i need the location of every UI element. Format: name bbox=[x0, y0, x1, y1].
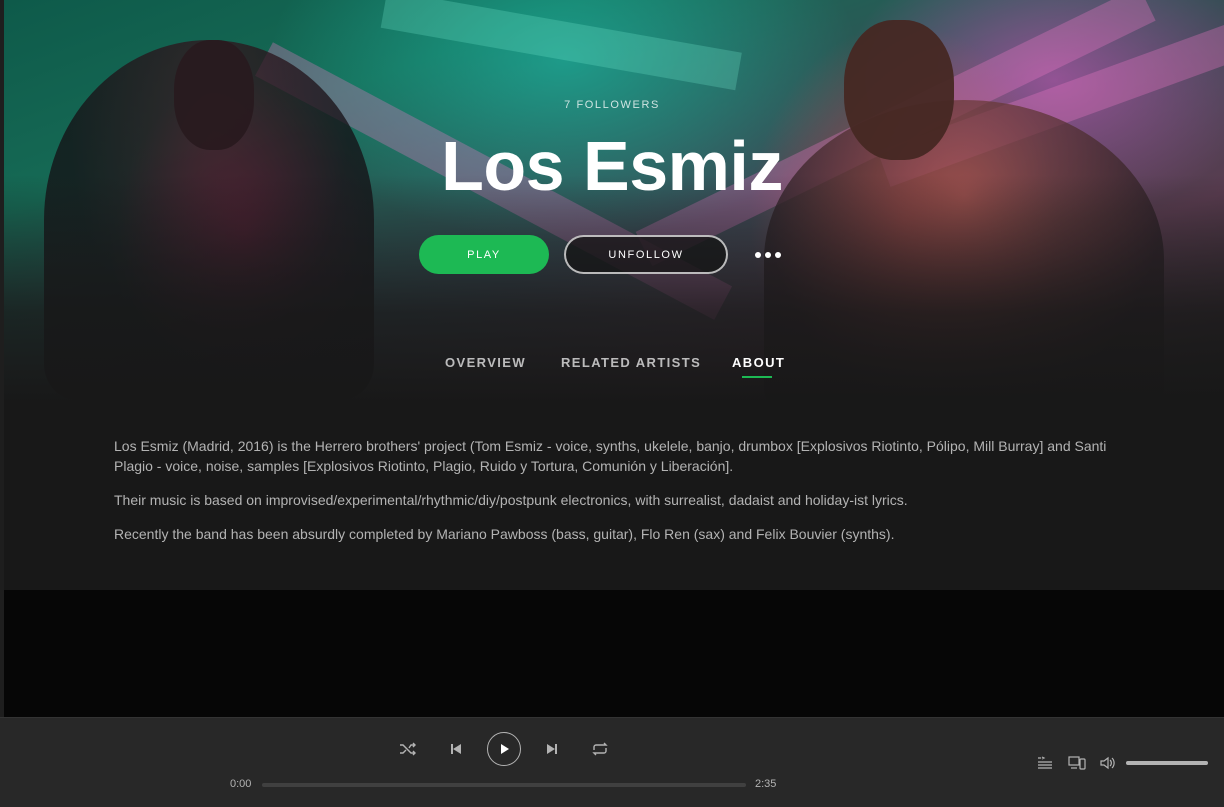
more-dots-icon[interactable] bbox=[752, 245, 784, 265]
shuffle-icon[interactable] bbox=[398, 740, 418, 758]
now-playing-bar: 0:00 2:35 bbox=[0, 717, 1224, 807]
previous-icon[interactable] bbox=[447, 740, 465, 758]
play-icon[interactable] bbox=[487, 732, 521, 766]
artist-tabs: OVERVIEW RELATED ARTISTS ABOUT bbox=[0, 355, 1224, 385]
next-icon[interactable] bbox=[543, 740, 561, 758]
about-paragraph: Their music is based on improvised/exper… bbox=[114, 492, 908, 508]
track-duration: 2:35 bbox=[755, 778, 777, 790]
volume-icon[interactable] bbox=[1098, 754, 1118, 772]
progress-bar[interactable] bbox=[262, 783, 746, 787]
devices-icon[interactable] bbox=[1067, 754, 1087, 772]
follower-count: 7 FOLLOWERS bbox=[564, 99, 660, 111]
active-tab-indicator bbox=[742, 376, 772, 378]
tab-about[interactable]: ABOUT bbox=[732, 355, 785, 370]
tab-related-artists[interactable]: RELATED ARTISTS bbox=[561, 355, 701, 370]
play-button[interactable]: PLAY bbox=[419, 235, 549, 274]
volume-fill bbox=[1126, 761, 1208, 765]
about-paragraph: Recently the band has been absurdly comp… bbox=[114, 526, 895, 542]
about-paragraph: Los Esmiz (Madrid, 2016) is the Herrero … bbox=[114, 438, 1107, 474]
unfollow-button[interactable]: UNFOLLOW bbox=[564, 235, 728, 274]
queue-icon[interactable] bbox=[1036, 754, 1054, 772]
volume-slider[interactable] bbox=[1126, 761, 1208, 765]
artist-name: Los Esmiz bbox=[441, 127, 783, 205]
repeat-icon[interactable] bbox=[590, 740, 610, 758]
main-view: 7 FOLLOWERS Los Esmiz PLAY UNFOLLOW OVER… bbox=[0, 0, 1224, 717]
tab-overview[interactable]: OVERVIEW bbox=[445, 355, 526, 370]
about-section: Los Esmiz (Madrid, 2016) is the Herrero … bbox=[4, 405, 1224, 590]
elapsed-time: 0:00 bbox=[230, 778, 252, 790]
